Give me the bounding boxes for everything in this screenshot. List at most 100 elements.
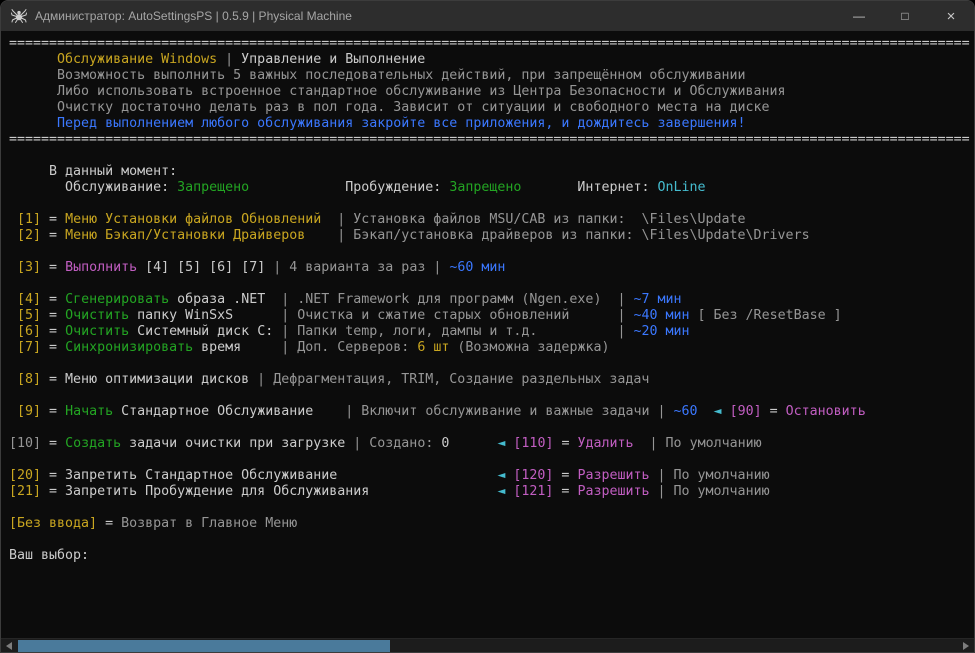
console-text-segment: ========================================… <box>9 36 970 51</box>
console-text-segment: 0 <box>441 436 498 451</box>
console-text-segment: ◄ <box>713 404 722 419</box>
console-text-segment: Управление и Выполнение <box>241 52 426 67</box>
console-text-segment: = <box>41 324 66 339</box>
console-lines: ========================================… <box>9 36 974 564</box>
console-text-segment: [2] <box>9 228 42 243</box>
console-text-segment: | Включит обслуживание и важные задачи | <box>313 404 674 419</box>
console-line: [20] = Запретить Стандартное Обслуживани… <box>9 468 974 484</box>
close-icon: × <box>946 7 956 25</box>
console-text-segment: = <box>553 484 578 499</box>
console-text-segment: Пробуждение: <box>249 180 450 195</box>
console-text-segment: | По умолчанию <box>649 484 770 499</box>
console-output[interactable]: ========================================… <box>1 31 974 638</box>
console-line: [3] = Выполнить [4] [5] [6] [7] | 4 вари… <box>9 260 974 276</box>
console-text-segment: | Очистка и сжатие старых обновлений | <box>233 308 634 323</box>
console-text-segment: Ваш выбор: <box>9 548 90 563</box>
console-line: Возможность выполнить 5 важных последова… <box>9 68 974 84</box>
console-text-segment: ~60 мин <box>449 260 506 275</box>
console-text-segment: Очистить <box>65 308 130 323</box>
console-line: [6] = Очистить Системный диск C: | Папки… <box>9 324 974 340</box>
console-text-segment: В данный момент: <box>9 164 178 179</box>
console-text-segment: Запрещено <box>449 180 522 195</box>
console-text-segment: Очистку достаточно делать раз в пол года… <box>9 100 770 115</box>
console-text-segment: [5] <box>9 308 42 323</box>
console-text-segment: | .NET Framework для программ (Ngen.exe)… <box>265 292 634 307</box>
console-text-segment: Стандартное Обслуживание <box>113 404 314 419</box>
console-text-segment: время <box>193 340 242 355</box>
console-text-segment: ~40 мин <box>633 308 690 323</box>
spider-icon <box>11 8 27 24</box>
scroll-left-button[interactable] <box>1 639 17 652</box>
console-line: [21] = Запретить Пробуждение для Обслужи… <box>9 484 974 500</box>
minimize-button[interactable]: — <box>836 1 882 31</box>
console-text-segment: Сгенерировать <box>65 292 170 307</box>
console-text-segment: Системный диск C: <box>129 324 274 339</box>
console-text-segment <box>698 404 714 419</box>
console-text-segment: Обслуживание: <box>9 180 178 195</box>
console-line: [2] = Меню Бэкап/Установки Драйверов | Б… <box>9 228 974 244</box>
console-line: [8] = Меню оптимизации дисков | Дефрагме… <box>9 372 974 388</box>
console-text-segment: [120] <box>513 468 554 483</box>
horizontal-scrollbar[interactable] <box>1 638 974 652</box>
console-line: В данный момент: <box>9 164 974 180</box>
console-text-segment: = Запретить Пробуждение для Обслуживания <box>41 484 498 499</box>
console-line: Очистку достаточно делать раз в пол года… <box>9 100 974 116</box>
console-text-segment: = Запретить Стандартное Обслуживание <box>41 468 498 483</box>
console-text-segment: = <box>761 404 786 419</box>
console-line: [1] = Меню Установки файлов Обновлений |… <box>9 212 974 228</box>
console-text-segment: | Доп. Серверов: <box>241 340 418 355</box>
console-text-segment: ~20 мин <box>633 324 690 339</box>
console-text-segment: [20] <box>9 468 42 483</box>
console-text-segment: [110] <box>513 436 554 451</box>
console-text-segment: ~60 <box>673 404 698 419</box>
console-text-segment: образа .NET <box>169 292 266 307</box>
console-text-segment: = <box>41 292 66 307</box>
console-text-segment: Возврат в Главное Меню <box>121 516 298 531</box>
scrollbar-thumb[interactable] <box>18 640 390 652</box>
console-text-segment: [4] [5] [6] [7] <box>137 260 266 275</box>
console-text-segment: ~7 мин <box>633 292 682 307</box>
console-text-segment: Интернет: <box>521 180 658 195</box>
console-text-segment: [1] <box>9 212 42 227</box>
maximize-button[interactable]: □ <box>882 1 928 31</box>
console-text-segment: Меню Бэкап/Установки Драйверов <box>65 228 306 243</box>
console-text-segment: | <box>217 52 242 67</box>
console-line: [7] = Синхронизировать время | Доп. Серв… <box>9 340 974 356</box>
console-line: Ваш выбор: <box>9 548 974 564</box>
console-text-segment: [90] <box>729 404 762 419</box>
console-line: [Без ввода] = Возврат в Главное Меню <box>9 516 974 532</box>
console-text-segment: Разрешить <box>577 484 650 499</box>
console-line: [9] = Начать Стандартное Обслуживание | … <box>9 404 974 420</box>
console-text-segment: Запрещено <box>177 180 250 195</box>
console-text-segment: | Папки temp, логи, дампы и т.д. | <box>273 324 634 339</box>
console-text-segment: = <box>41 212 66 227</box>
title-bar: Администратор: AutoSettingsPS | 0.5.9 | … <box>1 1 974 31</box>
close-button[interactable]: × <box>928 1 974 31</box>
console-text-segment: [9] <box>9 404 42 419</box>
console-text-segment: | Бэкап/установка драйверов из папки: \F… <box>305 228 810 243</box>
console-text-segment: = <box>41 260 66 275</box>
console-text-segment: | Создано: <box>345 436 442 451</box>
console-text-segment: ========================================… <box>9 132 970 147</box>
console-text-segment: = <box>41 308 66 323</box>
console-text-segment: [8] <box>9 372 42 387</box>
console-text-segment: Возможность выполнить 5 важных последова… <box>9 68 746 83</box>
console-text-segment: задачи очистки при загрузке <box>121 436 346 451</box>
console-text-segment: папку WinSxS <box>129 308 234 323</box>
console-line: ========================================… <box>9 132 974 148</box>
console-text-segment: Удалить <box>577 436 634 451</box>
console-text-segment: = <box>41 228 66 243</box>
maximize-icon: □ <box>901 9 909 23</box>
console-text-segment: = <box>553 468 578 483</box>
console-text-segment: OnLine <box>657 180 706 195</box>
console-text-segment: [121] <box>513 484 554 499</box>
console-text-segment: [7] <box>9 340 42 355</box>
console-text-segment: [Без ввода] <box>9 516 98 531</box>
console-text-segment: [3] <box>9 260 42 275</box>
console-text-segment: | Установка файлов MSU/CAB из папки: \Fi… <box>321 212 746 227</box>
console-text-segment: Разрешить <box>577 468 650 483</box>
console-text-segment: [10] <box>9 436 42 451</box>
scroll-right-button[interactable] <box>958 639 974 652</box>
